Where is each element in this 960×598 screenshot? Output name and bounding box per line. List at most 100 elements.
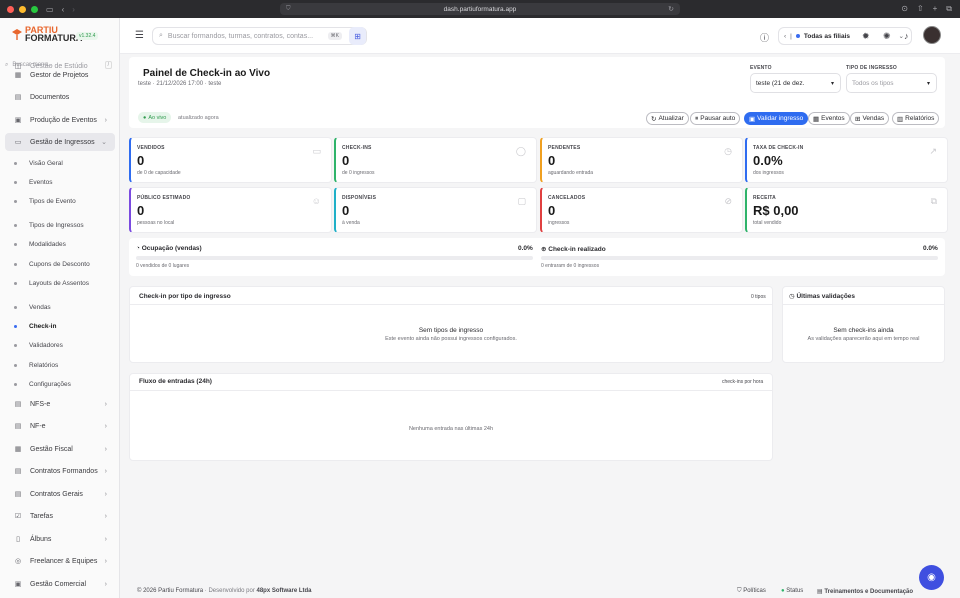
sidebar-item-fiscal[interactable]: ▦ Gestão Fiscal › bbox=[5, 440, 115, 458]
ticket-icon: ▭ bbox=[14, 139, 22, 146]
wallet-icon: ⧉ bbox=[930, 196, 937, 206]
site-info-icon[interactable]: ⛉ bbox=[286, 6, 291, 13]
chevron-right-icon: › bbox=[104, 512, 107, 520]
by-ticket-type-title: Check-in por tipo de ingresso bbox=[139, 293, 231, 300]
close-window-button[interactable] bbox=[7, 5, 14, 13]
kanban-icon: ▦ bbox=[14, 72, 22, 79]
stat-cancelled: CANCELADOS 0 ingressos ⊘ bbox=[540, 187, 743, 233]
branch-selector[interactable]: ‹ | Todas as filiais ⌄ bbox=[778, 27, 912, 45]
ban-icon: ⊘ bbox=[724, 196, 732, 206]
sidebar-item-student-contracts[interactable]: ▤ Contratos Formandos › bbox=[5, 462, 115, 480]
status-link[interactable]: ● Status bbox=[781, 588, 803, 594]
calendar-icon: ▣ bbox=[14, 117, 22, 124]
version-badge: v1.32.4 bbox=[76, 32, 99, 40]
sidebar-item-event-production[interactable]: ▣ Produção de Eventos › bbox=[5, 111, 115, 129]
sidebar-sub-events[interactable]: Eventos bbox=[5, 174, 115, 190]
refresh-button[interactable]: ↻ Atualizar bbox=[646, 112, 689, 125]
download-icon[interactable]: ⊙ bbox=[901, 4, 908, 14]
sidebar-sub-checkin[interactable]: Check-in bbox=[5, 318, 115, 334]
receipt-icon: ▤ bbox=[14, 401, 22, 408]
sidebar-item-nfe[interactable]: ▤ NF-e › bbox=[5, 417, 115, 435]
help-icon[interactable]: ⓘ bbox=[760, 31, 769, 44]
briefcase-icon: ▣ bbox=[14, 581, 22, 588]
sidebar-item-tickets[interactable]: ▭ Gestão de Ingressos ⌄ bbox=[5, 133, 115, 151]
sidebar-sub-settings[interactable]: Configurações bbox=[5, 376, 115, 392]
stat-pending: PENDENTES 0 aguardando entrada ◷ bbox=[540, 137, 743, 183]
policies-link[interactable]: ⛉ Políticas bbox=[737, 588, 766, 595]
window-controls bbox=[7, 5, 38, 13]
brightness-icon[interactable]: ✺ bbox=[883, 31, 891, 42]
sidebar-sub-seat-layouts[interactable]: Layouts de Assentos bbox=[5, 275, 115, 291]
reload-icon[interactable]: ↻ bbox=[668, 5, 674, 13]
global-search-input[interactable]: ⌕ Buscar formandos, turmas, contratos, c… bbox=[152, 27, 367, 45]
minimize-window-button[interactable] bbox=[19, 5, 26, 13]
stat-estimated-audience: PÚBLICO ESTIMADO 0 pessoas no local ☺ bbox=[129, 187, 332, 233]
scan-icon: ▣ bbox=[749, 115, 756, 123]
checkbox-icon: ☑ bbox=[14, 513, 22, 520]
sidebar-sub-validators[interactable]: Validadores bbox=[5, 337, 115, 353]
chevron-right-icon: › bbox=[104, 467, 107, 475]
user-avatar[interactable] bbox=[923, 26, 941, 44]
stat-revenue: RECEITA R$ 0,00 total vendido ⧉ bbox=[745, 187, 948, 233]
chat-assistant-button[interactable]: ◉ bbox=[919, 565, 944, 590]
back-icon[interactable]: ‹ bbox=[62, 5, 65, 14]
zoom-window-button[interactable] bbox=[31, 5, 38, 13]
sidebar-item-general-contracts[interactable]: ▤ Contratos Gerais › bbox=[5, 485, 115, 503]
occupancy-label: ◔ Ocupação (vendas) bbox=[136, 245, 202, 252]
event-select[interactable]: teste (21 de dez. ▾ bbox=[750, 73, 841, 93]
ticket-type-select[interactable]: Todos os tipos ▾ bbox=[846, 73, 937, 93]
sidebar-sub-ticket-types[interactable]: Tipos de Ingressos bbox=[5, 217, 115, 233]
calculator-icon: ▦ bbox=[14, 446, 22, 453]
sales-button[interactable]: ⊞ Vendas bbox=[850, 112, 890, 125]
checkin-bar bbox=[541, 256, 938, 260]
sidebar-item-commercial[interactable]: ▣ Gestão Comercial › bbox=[5, 575, 115, 593]
topbar: ☰ ⌕ Buscar formandos, turmas, contratos,… bbox=[120, 18, 960, 54]
url-text: dash.partiuformatura.app bbox=[443, 5, 517, 13]
sidebar-item-documents[interactable]: ▤ Documentos bbox=[5, 88, 115, 106]
sidebar-sub-coupons[interactable]: Cupons de Desconto bbox=[5, 256, 115, 272]
shield-icon: ⛉ bbox=[737, 588, 742, 594]
last-validations-title: ◷ Últimas validações bbox=[789, 293, 856, 300]
sun-icon[interactable]: ✹ bbox=[862, 31, 870, 42]
address-bar[interactable]: ⛉ dash.partiuformatura.app ↻ bbox=[280, 3, 680, 15]
calendar-icon: ▦ bbox=[813, 115, 820, 123]
sidebar-item-projects[interactable]: ▦ Gestor de Projetos bbox=[5, 66, 115, 84]
ticket-icon: ▭ bbox=[312, 146, 321, 156]
tab-overview-icon[interactable]: ⧉ bbox=[946, 4, 952, 14]
sidebar-sub-overview[interactable]: Visão Geral bbox=[5, 155, 115, 171]
docs-link[interactable]: ▤ Treinamentos e Documentação bbox=[817, 588, 913, 595]
brand-logo[interactable]: PARTIU FORMATURA bbox=[12, 26, 82, 43]
reports-button[interactable]: ▥ Relatórios bbox=[892, 112, 940, 125]
chevron-right-icon: › bbox=[104, 557, 107, 565]
app: PARTIU FORMATURA v1.32.4 ⌕ Buscar menu..… bbox=[0, 18, 960, 598]
validate-ticket-button[interactable]: ▣ Validar ingresso bbox=[744, 112, 809, 125]
sidebar-item-nfse[interactable]: ▤ NFS-e › bbox=[5, 395, 115, 413]
sidebar-item-tasks[interactable]: ☑ Tarefas › bbox=[5, 507, 115, 525]
sidebar-sub-event-types[interactable]: Tipos de Evento bbox=[5, 193, 115, 209]
invoice-icon: ▤ bbox=[14, 423, 22, 430]
contract-icon: ▤ bbox=[14, 491, 22, 498]
sidebar-sub-sales[interactable]: Vendas bbox=[5, 299, 115, 315]
pause-auto-button[interactable]: ⏸ Pausar auto bbox=[690, 112, 741, 125]
menu-icon[interactable]: ☰ bbox=[135, 30, 144, 41]
entry-flow-title: Fluxo de entradas (24h) bbox=[139, 378, 212, 385]
sidebar-sub-modalities[interactable]: Modalidades bbox=[5, 236, 115, 252]
divider-icon: | bbox=[790, 32, 792, 40]
share-icon[interactable]: ⇧ bbox=[917, 4, 924, 14]
search-filter-icon[interactable]: ⊞ bbox=[349, 27, 366, 45]
sidebar-item-albums[interactable]: ▯ Álbuns › bbox=[5, 530, 115, 548]
events-button[interactable]: ▦ Eventos bbox=[808, 112, 850, 125]
sidebar-item-freelancers[interactable]: ◎ Freelancer & Equipes › bbox=[5, 552, 115, 570]
bell-icon[interactable]: ♪ bbox=[904, 31, 909, 41]
by-ticket-type-empty-title: Sem tipos de ingresso bbox=[418, 327, 484, 334]
ticket-types-count: 0 tipos bbox=[751, 294, 766, 300]
sidebar-toggle-icon[interactable]: ▭ bbox=[46, 5, 54, 14]
stat-checkins: CHECK-INS 0 de 0 ingressos ◯ bbox=[334, 137, 537, 183]
team-icon: ◎ bbox=[14, 558, 22, 565]
page-subtitle: teste · 21/12/2026 17:00 · teste bbox=[138, 81, 222, 87]
event-filter-label: EVENTO bbox=[750, 65, 772, 71]
new-tab-icon[interactable]: + bbox=[933, 4, 938, 14]
search-icon: ⌕ bbox=[159, 32, 163, 39]
sidebar-sub-reports[interactable]: Relatórios bbox=[5, 357, 115, 373]
forward-icon[interactable]: › bbox=[72, 5, 75, 14]
